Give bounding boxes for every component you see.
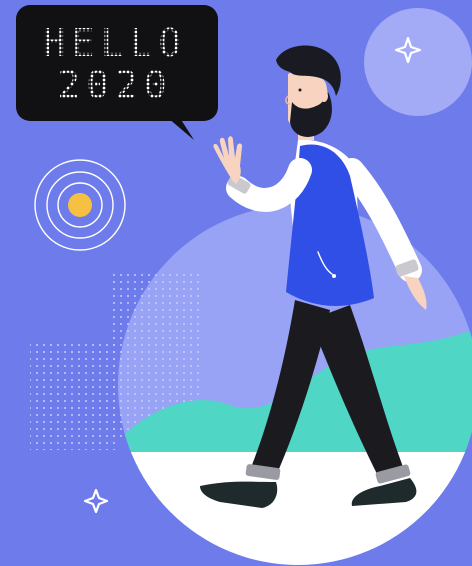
speech-bubble bbox=[16, 5, 218, 140]
illustration-scene: HELLO 2020 bbox=[0, 0, 472, 566]
scene-svg bbox=[0, 0, 472, 566]
top-right-circle bbox=[364, 8, 472, 116]
dot-grid-left bbox=[30, 340, 120, 450]
